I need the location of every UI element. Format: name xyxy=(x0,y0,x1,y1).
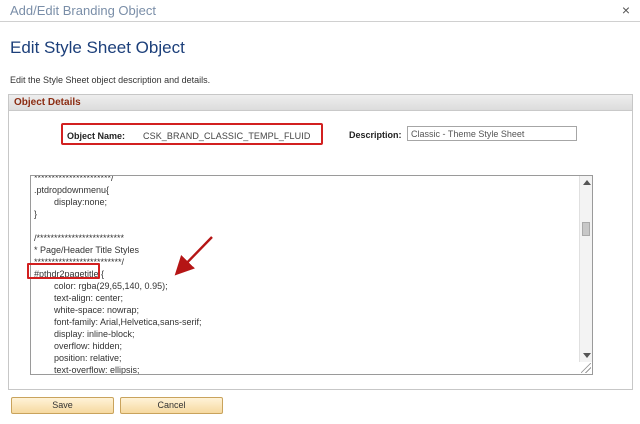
code-line: .ptdropdownmenu{ xyxy=(34,185,110,195)
code-line: display:none; xyxy=(34,197,108,207)
object-name-value: CSK_BRAND_CLASSIC_TEMPL_FLUID xyxy=(143,131,311,141)
code-line: display: inline-block; xyxy=(34,329,135,339)
code-text[interactable]: **********************/.ptdropdownmenu{ … xyxy=(34,175,569,375)
scroll-thumb[interactable] xyxy=(582,222,590,236)
editor-scrollbar[interactable] xyxy=(579,176,592,362)
code-line: position: relative; xyxy=(34,353,122,363)
window-titlebar: Add/Edit Branding Object × xyxy=(0,0,640,22)
group-header-label: Object Details xyxy=(14,97,81,108)
scroll-down-icon[interactable] xyxy=(583,353,591,358)
code-line: **********************/ xyxy=(34,175,114,183)
object-details-group: Object Details Object Name: CSK_BRAND_CL… xyxy=(8,94,633,390)
description-label: Description: xyxy=(349,130,402,140)
save-button[interactable]: Save xyxy=(11,397,114,414)
code-line: white-space: nowrap; xyxy=(34,305,140,315)
scroll-up-icon[interactable] xyxy=(583,180,591,185)
code-line: color: rgba(29,65,140, 0.95); xyxy=(34,281,168,291)
stylesheet-editor[interactable]: **********************/.ptdropdownmenu{ … xyxy=(30,175,593,375)
code-line: * Page/Header Title Styles xyxy=(34,245,140,255)
selector-highlight xyxy=(27,263,100,279)
code-line: text-align: center; xyxy=(34,293,124,303)
code-line: *************************/ xyxy=(34,257,125,267)
resize-grip-icon[interactable] xyxy=(581,363,591,373)
window-title: Add/Edit Branding Object xyxy=(10,3,156,18)
close-icon[interactable]: × xyxy=(618,2,634,18)
code-line: /************************* xyxy=(34,233,125,243)
page-title: Edit Style Sheet Object xyxy=(10,38,185,57)
code-line: } xyxy=(34,209,38,219)
code-line: text-overflow: ellipsis; xyxy=(34,365,140,375)
cancel-button[interactable]: Cancel xyxy=(120,397,223,414)
code-line: font-family: Arial,Helvetica,sans-serif; xyxy=(34,317,202,327)
page-instructions: Edit the Style Sheet object description … xyxy=(10,75,211,85)
group-header: Object Details xyxy=(9,95,632,111)
description-input[interactable] xyxy=(407,126,577,141)
code-line: overflow: hidden; xyxy=(34,341,123,351)
object-name-label: Object Name: xyxy=(67,131,126,141)
code-line: #pthdr2pagetitle { xyxy=(34,269,105,279)
